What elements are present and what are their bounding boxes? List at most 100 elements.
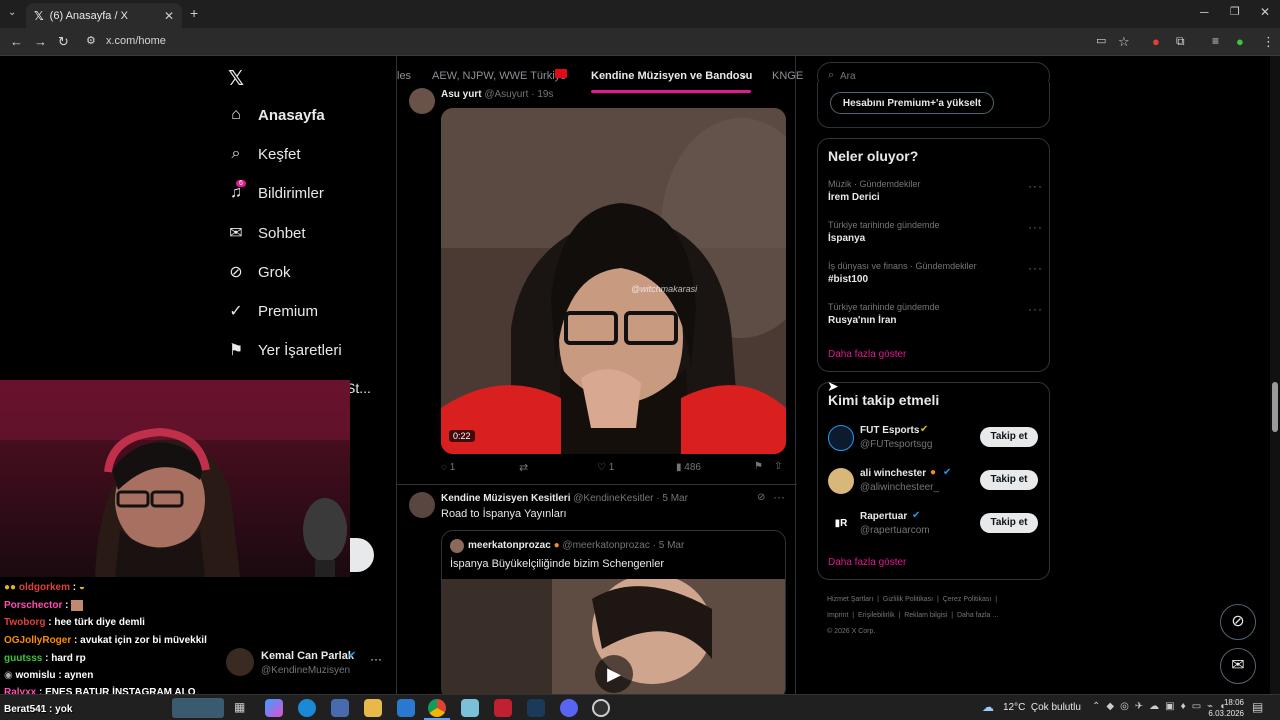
- trend-item[interactable]: Müzik · Gündemdekiler İrem Derici ···: [828, 179, 1043, 215]
- follow-suggestion[interactable]: ali winchester ● ✔ @aliwinchesteer_ Taki…: [828, 466, 1043, 498]
- obs-app-icon[interactable]: [494, 699, 512, 717]
- bookmark-post-icon[interactable]: ⚑: [754, 461, 763, 472]
- weather-text[interactable]: 12°C Çok bulutlu: [1003, 702, 1081, 713]
- footer-link[interactable]: Çerez Politikası: [943, 596, 992, 603]
- obs-icon[interactable]: [592, 699, 610, 717]
- grok-float-button[interactable]: ⊘: [1220, 604, 1256, 640]
- clock-date: 6.03.2026: [1208, 709, 1244, 718]
- account-switcher[interactable]: Kemal Can Parlak ✔ @KendineMuzisyen ···: [226, 646, 386, 682]
- post2-avatar[interactable]: [409, 492, 435, 518]
- quote-video[interactable]: ▶: [442, 574, 785, 694]
- follow-show-more-link[interactable]: Daha fazla göster: [828, 557, 906, 568]
- notification-center-icon[interactable]: ▤: [1252, 700, 1263, 714]
- tab-kendine-muzisyen[interactable]: Kendine Müzisyen ve Bandosu: [591, 70, 752, 82]
- nav-premium[interactable]: ✓ Premium: [226, 301, 318, 321]
- reply-action[interactable]: ◌ 1: [441, 462, 455, 473]
- nav-notifications[interactable]: ♫ 6 Bildirimler: [226, 180, 324, 202]
- reload-icon[interactable]: ↻: [58, 34, 69, 50]
- x-logo-icon[interactable]: 𝕏: [228, 66, 244, 91]
- post2-author[interactable]: Kendine Müzisyen Kesitleri: [441, 493, 570, 504]
- post-avatar[interactable]: [409, 88, 435, 114]
- trend-name: Rusya'nın İran: [828, 315, 897, 326]
- copilot-icon[interactable]: [265, 699, 283, 717]
- nav-bookmarks[interactable]: ⚑ Yer İşaretleri: [226, 340, 342, 360]
- like-action[interactable]: ♡ 1: [597, 462, 614, 473]
- follow-suggestion[interactable]: FUT Esports ✔ @FUTesportsgg Takip et: [828, 423, 1043, 455]
- footer-link[interactable]: Erişilebilirlik: [858, 612, 895, 619]
- footer-link[interactable]: Daha fazla ...: [957, 612, 998, 619]
- footer-link[interactable]: Imprint: [827, 612, 848, 619]
- footer-link[interactable]: Gizlilik Politikası: [883, 596, 933, 603]
- trend-more-icon[interactable]: ···: [1028, 179, 1043, 193]
- new-tab-icon[interactable]: +: [190, 5, 198, 21]
- close-tab-icon[interactable]: ✕: [164, 9, 174, 23]
- clock[interactable]: 18:06 6.03.2026: [1198, 697, 1244, 719]
- chat-badge-icon: ●●: [4, 582, 17, 593]
- forward-icon[interactable]: →: [34, 34, 47, 49]
- post2-more-icon[interactable]: ···: [773, 490, 785, 504]
- restore-icon[interactable]: ❐: [1230, 5, 1240, 18]
- close-window-icon[interactable]: ✕: [1260, 5, 1270, 19]
- browser-tab[interactable]: 𝕏 (6) Anasayfa / X ✕: [26, 3, 182, 28]
- bookmark-star-icon[interactable]: ☆: [1118, 34, 1130, 50]
- chrome-icon[interactable]: [428, 699, 446, 717]
- store-icon[interactable]: [331, 699, 349, 717]
- chevron-down-icon[interactable]: ⌄: [739, 68, 748, 81]
- quote-avatar: [450, 539, 464, 553]
- nav-home[interactable]: ⌂ Anasayfa: [226, 106, 325, 124]
- trend-item[interactable]: Türkiye tarihinde gündemde Rusya'nın İra…: [828, 302, 1043, 338]
- views-action[interactable]: ▮ 486: [676, 462, 701, 473]
- minimize-icon[interactable]: ─: [1200, 5, 1209, 19]
- menu-icon[interactable]: ⋮: [1262, 34, 1275, 50]
- trend-more-icon[interactable]: ···: [1028, 220, 1043, 234]
- repost-icon[interactable]: ⇄: [519, 461, 528, 474]
- trend-name: #bist100: [828, 274, 869, 285]
- edge-icon[interactable]: [298, 699, 316, 717]
- quote-card[interactable]: meerkatonprozac ● @meerkatonprozac · 5 M…: [441, 530, 786, 694]
- media-icon[interactable]: ≡: [1212, 34, 1219, 48]
- mail-app-icon[interactable]: [397, 699, 415, 717]
- tab-partial-left[interactable]: les: [397, 70, 411, 82]
- task-view-icon[interactable]: ▦: [234, 700, 245, 714]
- trend-item[interactable]: İş dünyası ve finans · Gündemdekiler #bi…: [828, 261, 1043, 297]
- scrollbar-thumb[interactable]: [1272, 382, 1278, 432]
- footer-link[interactable]: Hizmet Şartları: [827, 596, 873, 603]
- steam-icon[interactable]: [527, 699, 545, 717]
- account-more-icon[interactable]: ···: [370, 652, 382, 666]
- weather-icon[interactable]: ☁: [982, 700, 994, 714]
- premium-upgrade-button[interactable]: Hesabını Premium+'a yükselt: [830, 92, 994, 114]
- tab-partial-right[interactable]: KNGE: [772, 70, 803, 82]
- explorer-icon[interactable]: [364, 699, 382, 717]
- cast-icon[interactable]: ▭: [1096, 34, 1106, 47]
- share-icon[interactable]: ⇧: [774, 461, 782, 472]
- trend-item[interactable]: Türkiye tarihinde gündemde İspanya ···: [828, 220, 1043, 256]
- follow-button[interactable]: Takip et: [980, 470, 1038, 490]
- discord-icon[interactable]: [560, 699, 578, 717]
- post-video[interactable]: @witchmakarasi 0:22: [441, 108, 786, 454]
- nav-chat[interactable]: ✉ Sohbet: [226, 223, 305, 243]
- grok-post-icon[interactable]: ⊘: [757, 492, 765, 503]
- page-scrollbar[interactable]: [1270, 56, 1280, 694]
- trend-more-icon[interactable]: ···: [1028, 261, 1043, 275]
- address-bar[interactable]: x.com/home: [80, 32, 1080, 52]
- back-icon[interactable]: ←: [10, 34, 23, 49]
- follow-button[interactable]: Takip et: [980, 513, 1038, 533]
- post-author[interactable]: Asu yurt: [441, 89, 482, 100]
- nav-grok[interactable]: ⊘ Grok: [226, 262, 290, 282]
- nav-explore[interactable]: ⌕ Keşfet: [226, 145, 301, 163]
- notepad-icon[interactable]: [461, 699, 479, 717]
- footer-link[interactable]: Reklam bilgisi: [904, 612, 947, 619]
- sidebar-footer: Hizmet Şartları | Gizlilik Politikası | …: [827, 596, 999, 635]
- tab-list-icon[interactable]: ⌄: [8, 7, 16, 18]
- extension-red-icon[interactable]: ●: [1152, 34, 1160, 49]
- follow-suggestion[interactable]: ▮R Rapertuar ✔ @rapertuarcom Takip et: [828, 509, 1043, 541]
- extensions-icon[interactable]: ⧉: [1176, 34, 1185, 49]
- post-button[interactable]: [348, 538, 374, 572]
- trend-more-icon[interactable]: ···: [1028, 302, 1043, 316]
- play-button-icon[interactable]: ▶: [595, 655, 633, 693]
- follow-button[interactable]: Takip et: [980, 427, 1038, 447]
- tab-aew[interactable]: AEW, NJPW, WWE Türkiye: [432, 70, 566, 82]
- messages-float-button[interactable]: ✉: [1220, 648, 1256, 684]
- profile-icon[interactable]: ●: [1236, 34, 1244, 49]
- trends-show-more-link[interactable]: Daha fazla göster: [828, 349, 906, 360]
